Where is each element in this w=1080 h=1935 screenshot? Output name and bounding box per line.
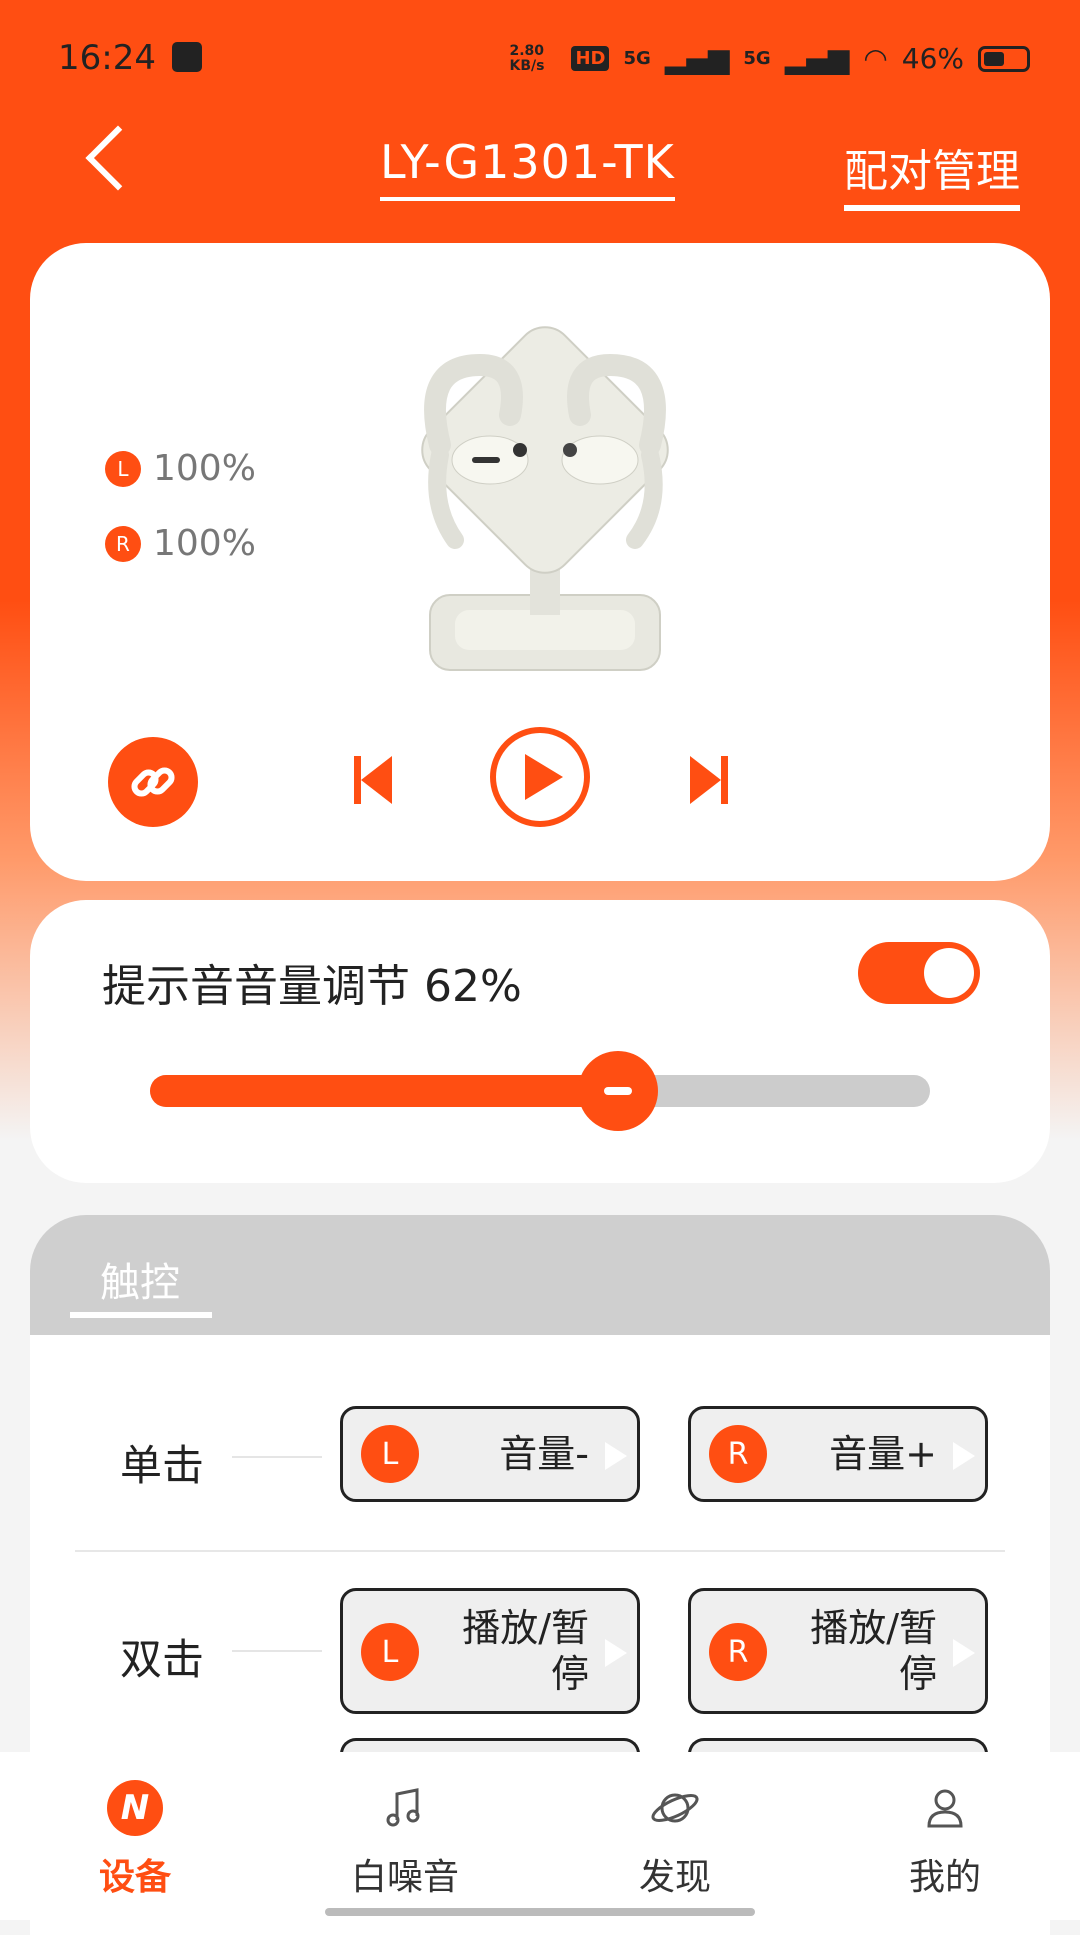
left-badge: L: [361, 1623, 419, 1681]
double-tap-left-action[interactable]: L 播放/暂 停: [340, 1588, 640, 1714]
earbuds-product-image: [421, 326, 669, 671]
pair-manage-button[interactable]: 配对管理: [844, 135, 1020, 211]
chevron-right-icon: [605, 1639, 627, 1667]
nav-item-discover[interactable]: 发现: [575, 1780, 775, 1900]
right-badge: R: [709, 1425, 767, 1483]
single-tap-left-action[interactable]: L 音量-: [340, 1406, 640, 1502]
wifi-icon: ◠: [863, 42, 888, 75]
status-indicators: 2.80 KB/s HD 5G ▂▄▆ 5G ▂▄▆ ◠ 46%: [509, 42, 1030, 75]
chevron-right-icon: [953, 1442, 975, 1470]
tone-volume-label: 提示音音量调节 62%: [102, 961, 522, 1012]
single-tap-right-action[interactable]: R 音量+: [688, 1406, 988, 1502]
row-connector: [232, 1650, 322, 1652]
nav-item-white-noise[interactable]: 白噪音: [305, 1780, 505, 1900]
right-earbud-badge: R: [105, 525, 141, 562]
toggle-knob: [924, 948, 974, 998]
left-battery: L 100%: [105, 448, 256, 489]
signal-bars-icon-2: ▂▄▆: [784, 42, 850, 75]
action-label-line2: 停: [898, 1652, 937, 1696]
nav-item-me[interactable]: 我的: [845, 1780, 1045, 1900]
tone-toggle[interactable]: [858, 942, 980, 1004]
tab-touch[interactable]: 触控: [100, 1250, 180, 1308]
tab-underline: [70, 1312, 212, 1318]
planet-icon: [651, 1793, 699, 1823]
tone-volume-fill: [150, 1075, 618, 1107]
right-battery: R 100%: [105, 523, 256, 564]
chevron-right-icon: [605, 1442, 627, 1470]
left-battery-value: 100%: [153, 448, 256, 489]
signal-5g-2: 5G: [743, 48, 771, 69]
n-logo-icon: N: [107, 1780, 163, 1836]
link-icon: [131, 767, 175, 797]
calendar-icon: [172, 42, 202, 72]
signal-bars-icon-1: ▂▄▆: [664, 42, 730, 75]
battery-icon: [978, 45, 1030, 72]
device-title[interactable]: LY-G1301-TK: [380, 135, 675, 201]
row-divider: [75, 1550, 1005, 1552]
row-connector: [232, 1456, 322, 1458]
battery-percent: 46%: [901, 42, 964, 75]
status-time: 16:24: [58, 38, 156, 78]
music-note-icon: [386, 1788, 420, 1827]
action-label: 音量-: [499, 1432, 589, 1476]
action-label-line1: 播放/暂: [462, 1606, 589, 1650]
person-icon: [927, 1789, 963, 1828]
next-track-icon[interactable]: [686, 752, 730, 808]
nav-label-device: 设备: [98, 1857, 171, 1898]
nav-label-me: 我的: [908, 1857, 981, 1898]
left-badge: L: [361, 1425, 419, 1483]
play-button[interactable]: [490, 727, 590, 827]
right-badge: R: [709, 1623, 767, 1681]
signal-5g-1: 5G: [623, 48, 651, 69]
double-tap-right-action[interactable]: R 播放/暂 停: [688, 1588, 988, 1714]
hd-badge: HD: [571, 46, 610, 71]
nav-label-discover: 发现: [638, 1857, 711, 1898]
chevron-right-icon: [953, 1639, 975, 1667]
action-label: 音量+: [829, 1432, 937, 1476]
nav-item-device[interactable]: N 设备: [35, 1780, 235, 1900]
row-label-single-tap: 单击: [120, 1441, 205, 1490]
action-label-line2: 停: [550, 1652, 589, 1696]
nav-label-white-noise: 白噪音: [350, 1857, 459, 1898]
play-icon: [525, 754, 563, 800]
left-earbud-badge: L: [105, 450, 141, 487]
right-battery-value: 100%: [153, 523, 256, 564]
action-label-line1: 播放/暂: [810, 1606, 937, 1650]
row-label-double-tap: 双击: [120, 1635, 205, 1684]
home-indicator: [325, 1908, 755, 1916]
previous-track-icon[interactable]: [352, 752, 396, 808]
net-speed: 2.80 KB/s: [509, 42, 545, 74]
link-button[interactable]: [108, 737, 198, 827]
tone-volume-thumb[interactable]: [578, 1051, 658, 1131]
